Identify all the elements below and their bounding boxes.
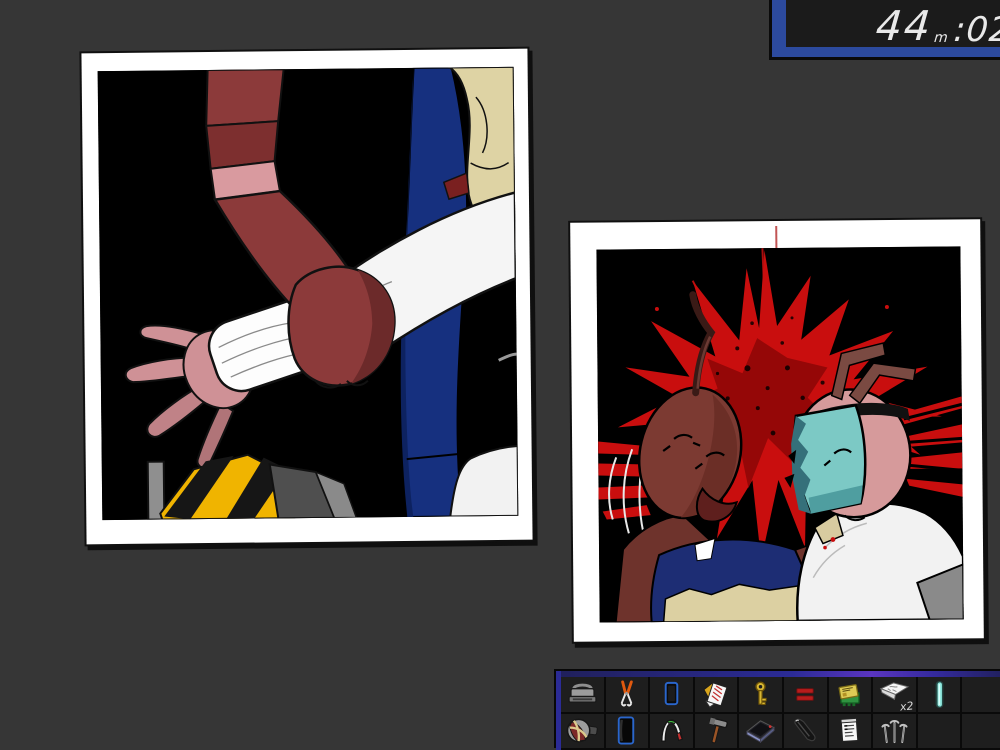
headbutt-art [596, 246, 963, 622]
inventory-slot-tablet[interactable] [739, 714, 782, 749]
red-drip-line [775, 226, 777, 250]
inventory-grid: x2 [561, 677, 1000, 748]
circuit-keycard-icon [833, 680, 866, 709]
wrist-grab-art [98, 67, 519, 520]
inventory-bar: x2 [556, 671, 1000, 750]
photo-wrist-grab[interactable] [81, 49, 532, 545]
notepad-icon [833, 716, 866, 745]
inventory-slot-red-equals[interactable] [784, 677, 827, 712]
inventory-slot-small-phone[interactable] [650, 677, 693, 712]
black-pry-tool-icon [789, 716, 822, 745]
inventory-slot-torn-notes[interactable] [695, 677, 738, 712]
inventory-slot-circuit-keycard[interactable] [829, 677, 872, 712]
climbing-pitons-icon [878, 716, 911, 745]
photo-headbutt-splatter[interactable] [570, 219, 984, 642]
inventory-slot-gold-key[interactable] [739, 677, 782, 712]
inventory-slot-pitons[interactable] [873, 714, 916, 749]
inventory-slot-glow-stick[interactable] [918, 677, 961, 712]
wire-cutters-icon [610, 680, 643, 709]
inventory-slot-empty [918, 714, 961, 749]
inventory-slot-large-phone[interactable] [606, 714, 649, 749]
timer-seconds: :02 [953, 14, 1000, 46]
timer-minutes-unit: m [933, 32, 948, 45]
inventory-slot-empty [962, 677, 1000, 712]
countdown-timer: 44 m :02 s [772, 0, 1000, 57]
headbutt-scene [596, 246, 963, 622]
gold-key-icon [744, 680, 777, 709]
head-strap-icon [655, 716, 688, 745]
inventory-slot-black-tool[interactable] [784, 714, 827, 749]
inventory-slot-wire-cutters[interactable] [606, 677, 649, 712]
inventory-slot-notepad[interactable] [829, 714, 872, 749]
game-screen: 44 m :02 s [0, 0, 1000, 750]
glow-stick-icon [923, 680, 956, 709]
inventory-slot-head-strap[interactable] [650, 714, 693, 749]
hammer-icon [700, 716, 733, 745]
wrist-grab-scene [98, 67, 519, 520]
torn-notes-icon [700, 680, 733, 709]
large-phone-icon [610, 716, 643, 745]
inventory-slot-folded-map[interactable]: x2 [873, 677, 916, 712]
inventory-slot-taped-roll[interactable] [561, 714, 604, 749]
small-phone-icon [655, 680, 688, 709]
inventory-slot-printer-case[interactable] [561, 677, 604, 712]
inventory-slot-hammer[interactable] [695, 714, 738, 749]
timer-minutes: 44 [874, 7, 934, 46]
inventory-slot-empty [962, 714, 1000, 749]
taped-roll-icon [566, 716, 599, 745]
tablet-device-icon [744, 716, 777, 745]
map-count-label: x2 [900, 699, 915, 713]
red-equals-icon [789, 680, 822, 709]
printer-case-icon [566, 680, 599, 709]
